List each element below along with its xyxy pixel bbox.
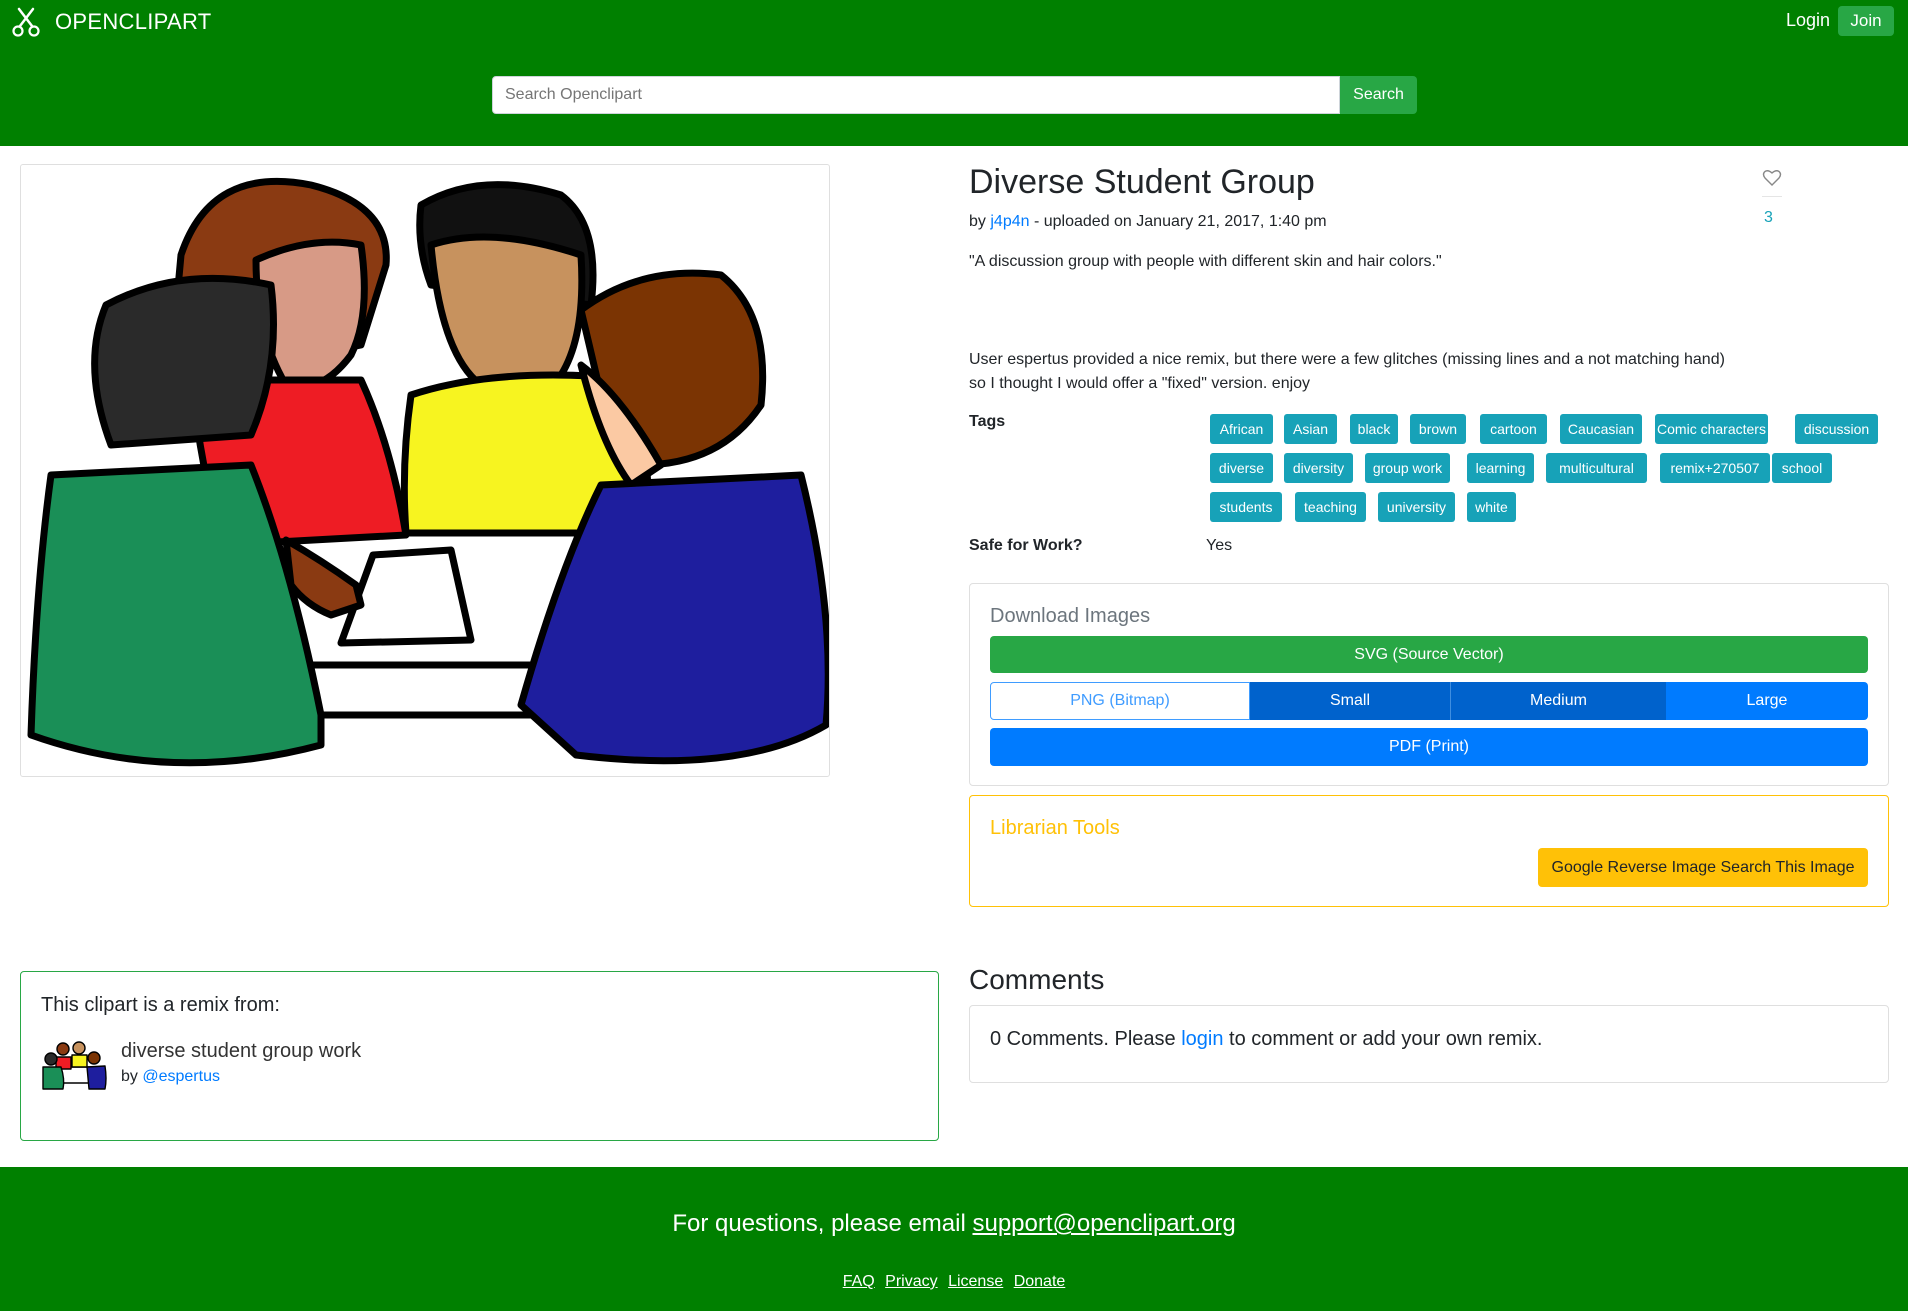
like-divider (1762, 196, 1782, 197)
footer-link-license[interactable]: License (948, 1273, 1003, 1290)
tags-label: Tags (969, 413, 1006, 430)
download-svg-button[interactable]: SVG (Source Vector) (990, 636, 1868, 673)
comments-login-link[interactable]: login (1181, 1028, 1223, 1050)
remix-panel: This clipart is a remix from: diverse st… (20, 971, 939, 1141)
clipart-description: User espertus provided a nice remix, but… (969, 348, 1759, 396)
tag[interactable]: cartoon (1480, 414, 1547, 444)
comments-panel: 0 Comments. Please login to comment or a… (969, 1005, 1889, 1083)
remix-thumbnail[interactable] (41, 1039, 107, 1091)
download-title: Download Images (990, 605, 1151, 627)
clipart-quote: "A discussion group with people with dif… (969, 253, 1442, 270)
join-button[interactable]: Join (1838, 6, 1894, 36)
png-small-button[interactable]: Small (1250, 682, 1450, 720)
byline-prefix: by (969, 213, 986, 230)
tag[interactable]: black (1350, 414, 1398, 444)
comments-title: Comments (969, 964, 1105, 995)
login-link[interactable]: Login (1786, 10, 1830, 31)
support-email-link[interactable]: support@openclipart.org (972, 1210, 1235, 1237)
tag[interactable]: diversity (1284, 453, 1353, 483)
remix-source-name[interactable]: diverse student group work (121, 1040, 361, 1063)
author-link[interactable]: j4p4n (990, 213, 1029, 230)
png-medium-button[interactable]: Medium (1450, 682, 1666, 720)
tag[interactable]: Asian (1284, 414, 1337, 444)
footer-message: For questions, please email support@open… (0, 1210, 1908, 1238)
tag[interactable]: school (1772, 453, 1832, 483)
upload-date: - uploaded on January 21, 2017, 1:40 pm (1033, 213, 1327, 230)
search-input[interactable] (492, 76, 1340, 114)
search-button[interactable]: Search (1340, 76, 1417, 114)
footer-link-faq[interactable]: FAQ (843, 1273, 875, 1290)
comments-text: 0 Comments. Please login to comment or a… (990, 1028, 1543, 1051)
tag[interactable]: group work (1365, 453, 1450, 483)
tag[interactable]: university (1378, 492, 1455, 522)
site-logo[interactable]: OPENCLIPART (10, 6, 212, 38)
description-line: so I thought I would offer a "fixed" ver… (969, 375, 1311, 392)
clipart-image (20, 164, 830, 777)
tag[interactable]: African (1210, 414, 1273, 444)
download-panel: Download Images SVG (Source Vector) PNG … (969, 583, 1889, 786)
like-count: 3 (1764, 209, 1773, 226)
tag[interactable]: learning (1467, 453, 1534, 483)
description-line: User espertus provided a nice remix, but… (969, 351, 1725, 368)
tag[interactable]: Caucasian (1560, 414, 1642, 444)
site-header: OPENCLIPART Login Join Search (0, 0, 1908, 146)
reverse-image-search-button[interactable]: Google Reverse Image Search This Image (1538, 848, 1868, 887)
tag[interactable]: Comic characters (1655, 414, 1768, 444)
comments-prompt-text: to comment or add your own remix. (1229, 1028, 1543, 1050)
remix-byline: by @espertus (121, 1068, 220, 1086)
clipart-illustration (27, 177, 829, 767)
byline: by j4p4n - uploaded on January 21, 2017,… (969, 213, 1327, 231)
site-footer: For questions, please email support@open… (0, 1167, 1908, 1311)
librarian-title: Librarian Tools (990, 817, 1120, 839)
librarian-panel: Librarian Tools Google Reverse Image Sea… (969, 795, 1889, 907)
footer-links: FAQ Privacy License Donate (0, 1273, 1908, 1291)
footer-link-privacy[interactable]: Privacy (885, 1273, 937, 1290)
remix-author-link[interactable]: @espertus (142, 1068, 220, 1085)
tag[interactable]: multicultural (1546, 453, 1647, 483)
comments-count-text: 0 Comments. Please (990, 1028, 1176, 1050)
footer-link-donate[interactable]: Donate (1014, 1273, 1066, 1290)
footer-message-text: For questions, please email (672, 1210, 966, 1237)
tag[interactable]: discussion (1795, 414, 1878, 444)
tag[interactable]: white (1467, 492, 1516, 522)
tag[interactable]: diverse (1210, 453, 1273, 483)
download-png-button[interactable]: PNG (Bitmap) (990, 682, 1250, 720)
png-large-button[interactable]: Large (1666, 682, 1868, 720)
remix-by-prefix: by (121, 1068, 138, 1085)
sfw-label: Safe for Work? (969, 537, 1083, 554)
download-pdf-button[interactable]: PDF (Print) (990, 728, 1868, 766)
remix-heading: This clipart is a remix from: (41, 994, 280, 1016)
tag[interactable]: teaching (1295, 492, 1366, 522)
sfw-value: Yes (1206, 537, 1233, 554)
tag[interactable]: remix+270507 (1660, 453, 1770, 483)
tag[interactable]: students (1210, 492, 1282, 522)
brand-name: OPENCLIPART (55, 9, 212, 34)
heart-icon[interactable] (1762, 168, 1782, 188)
tag[interactable]: brown (1410, 414, 1466, 444)
page-title: Diverse Student Group (969, 163, 1315, 201)
scissors-icon (12, 7, 40, 37)
